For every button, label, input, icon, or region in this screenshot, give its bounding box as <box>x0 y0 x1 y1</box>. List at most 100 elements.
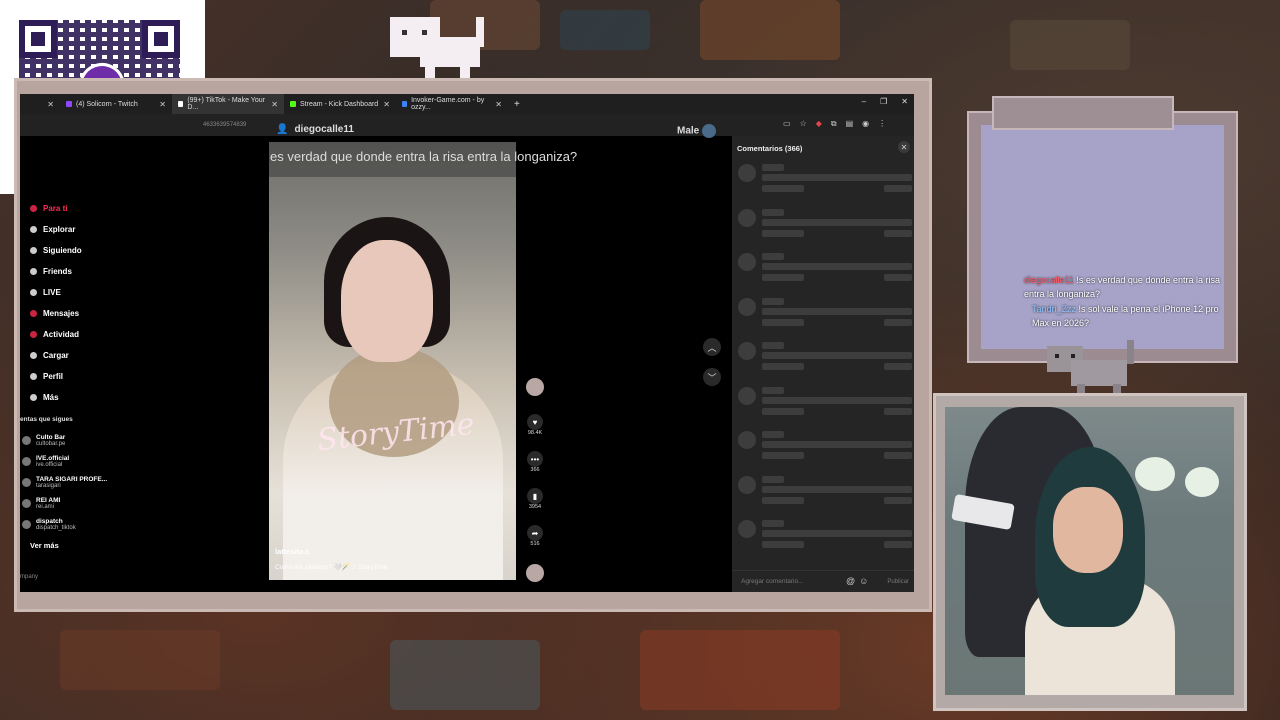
publish-button[interactable]: Publicar <box>887 579 909 585</box>
skeleton-bar <box>762 407 804 415</box>
share-button[interactable]: ➦ 516 <box>527 525 543 562</box>
activity-icon <box>30 331 37 338</box>
skeleton-bar <box>762 263 912 270</box>
sidebar-item-mas[interactable]: Más <box>20 387 200 408</box>
close-icon: ✕ <box>900 142 908 152</box>
sidebar-item-explorar[interactable]: Explorar <box>20 219 200 240</box>
sidebar-icon[interactable]: ▤ <box>846 119 854 129</box>
maximize-button[interactable]: ❐ <box>880 97 887 106</box>
skeleton-bar <box>762 396 912 404</box>
close-window-button[interactable]: ✕ <box>901 97 908 106</box>
sidebar-item-perfil[interactable]: Perfil <box>20 366 200 387</box>
followed-account[interactable]: IVE.official ive.official <box>20 451 200 472</box>
plush-decoration <box>1185 467 1219 497</box>
comment-skeleton <box>738 342 912 380</box>
skeleton-bar <box>884 185 912 192</box>
heart-icon: ♥ <box>527 414 543 430</box>
avatar <box>22 478 31 487</box>
comments-title: Comentarios (366) <box>737 144 803 153</box>
extension-icon[interactable]: ◆ <box>816 119 822 129</box>
skeleton-bar <box>762 452 804 459</box>
skeleton-bar <box>762 431 784 438</box>
video-player[interactable]: StoryTime lattesita.c Como me pidieron? … <box>269 142 516 580</box>
chevron-down-icon: ﹀ <box>707 372 717 383</box>
skeleton-bar <box>762 253 784 260</box>
tab-item[interactable]: ✕ <box>20 94 60 114</box>
comments-panel: Comentarios (366) ✕ Agregar comentario..… <box>732 136 914 592</box>
avatar <box>22 499 31 508</box>
profile-icon[interactable]: ◉ <box>862 119 869 129</box>
comment-skeleton <box>738 208 912 247</box>
sidebar-item-mensajes[interactable]: Mensajes <box>20 303 200 324</box>
tab-tiktok[interactable]: (99+) TikTok - Make Your D... ✕ <box>172 94 284 114</box>
comment-icon: ••• <box>527 451 543 467</box>
overlay-decoration <box>640 630 840 710</box>
previous-video-button[interactable]: ︿ <box>703 338 721 356</box>
followed-account[interactable]: Culto Bar cultobar.pe <box>20 430 200 451</box>
sidebar-item-live[interactable]: LIVE <box>20 282 200 303</box>
puzzle-icon[interactable]: ⧉ <box>831 119 837 129</box>
cast-icon[interactable]: ▭ <box>783 119 791 129</box>
compass-icon <box>30 226 37 233</box>
avatar[interactable] <box>526 378 544 396</box>
sound-avatar[interactable] <box>526 564 544 582</box>
url-fragment: 4633639574839 <box>203 122 247 128</box>
comment-skeleton <box>738 475 912 514</box>
overlay-decoration <box>560 10 650 50</box>
minimize-button[interactable]: – <box>862 97 866 106</box>
skeleton-bar <box>738 431 756 449</box>
tab-label: Invoker-Game.com - by ozzy... <box>411 97 485 111</box>
address-bar[interactable]: 4633639574839 <box>20 114 914 136</box>
emoji-icon[interactable]: ☺ <box>859 576 868 586</box>
sidebar-item-cargar[interactable]: Cargar <box>20 345 200 366</box>
tab-label: Stream - Kick Dashboard <box>300 100 379 108</box>
share-icon: ➦ <box>527 525 543 541</box>
comment-input[interactable]: Agregar comentario... @ ☺ Publicar <box>732 570 914 592</box>
chat-username: diegocalle11 <box>1024 275 1074 285</box>
overlay-decoration <box>700 0 840 60</box>
video-author[interactable]: lattesita.c <box>275 547 310 556</box>
next-video-button[interactable]: ﹀ <box>703 368 721 386</box>
skeleton-bar <box>762 352 912 359</box>
close-icon[interactable]: ✕ <box>383 100 390 109</box>
menu-icon[interactable]: ⋮ <box>878 119 886 129</box>
close-icon[interactable]: ✕ <box>159 100 166 109</box>
like-button[interactable]: ♥ 98.4K <box>527 414 543 451</box>
close-icon[interactable]: ✕ <box>271 100 278 109</box>
sidebar-item-siguiendo[interactable]: Siguiendo <box>20 240 200 261</box>
tiktok-icon <box>178 101 184 107</box>
sidebar-item-actividad[interactable]: Actividad <box>20 324 200 345</box>
tab-twitch[interactable]: (4) Solicorn - Twitch ✕ <box>60 94 172 114</box>
followed-account[interactable]: dispatch dispatch_tiktok <box>20 514 200 535</box>
qr-finder-pattern <box>142 20 180 58</box>
profile-right-label: Male <box>677 124 717 138</box>
skeleton-bar <box>884 229 912 237</box>
user-icon: 👤 <box>276 124 289 135</box>
skeleton-bar <box>762 363 804 370</box>
see-more-link[interactable]: Ver más <box>20 541 200 559</box>
new-tab-button[interactable]: + <box>508 94 526 114</box>
comment-skeleton <box>738 253 912 291</box>
close-comments-button[interactable]: ✕ <box>898 141 910 153</box>
save-button[interactable]: ▮ 3954 <box>527 488 543 525</box>
tab-invoker[interactable]: Invoker-Game.com - by ozzy... ✕ <box>396 94 508 114</box>
followed-account[interactable]: REI AMI rei.ami <box>20 493 200 514</box>
skeleton-bar <box>738 208 756 227</box>
comment-placeholder: Agregar comentario... <box>741 578 804 585</box>
close-icon[interactable]: ✕ <box>495 100 502 109</box>
bookmark-star-icon[interactable]: ☆ <box>800 119 807 129</box>
followed-account[interactable]: TARA SIGARI PROFE... tarasigari <box>20 472 200 493</box>
skeleton-bar <box>762 274 804 281</box>
mention-icon[interactable]: @ <box>846 576 855 586</box>
comment-button[interactable]: ••• 366 <box>527 451 543 488</box>
video-description: Como me pidieron? 🤍🪄 ♫ StoryTime <box>275 564 388 571</box>
chat-message: Tandri_Zzz !s sol vale la pena el iPhone… <box>1032 302 1230 330</box>
close-icon[interactable]: ✕ <box>47 100 54 109</box>
home-icon <box>30 205 37 212</box>
sidebar-item-friends[interactable]: Friends <box>20 261 200 282</box>
video-actions: ♥ 98.4K ••• 366 ▮ 3954 ➦ 516 <box>523 378 547 582</box>
avatar <box>22 436 31 445</box>
sidebar-item-para-ti[interactable]: Para ti <box>20 198 200 219</box>
tab-kick[interactable]: Stream - Kick Dashboard ✕ <box>284 94 396 114</box>
avatar[interactable] <box>702 124 717 138</box>
